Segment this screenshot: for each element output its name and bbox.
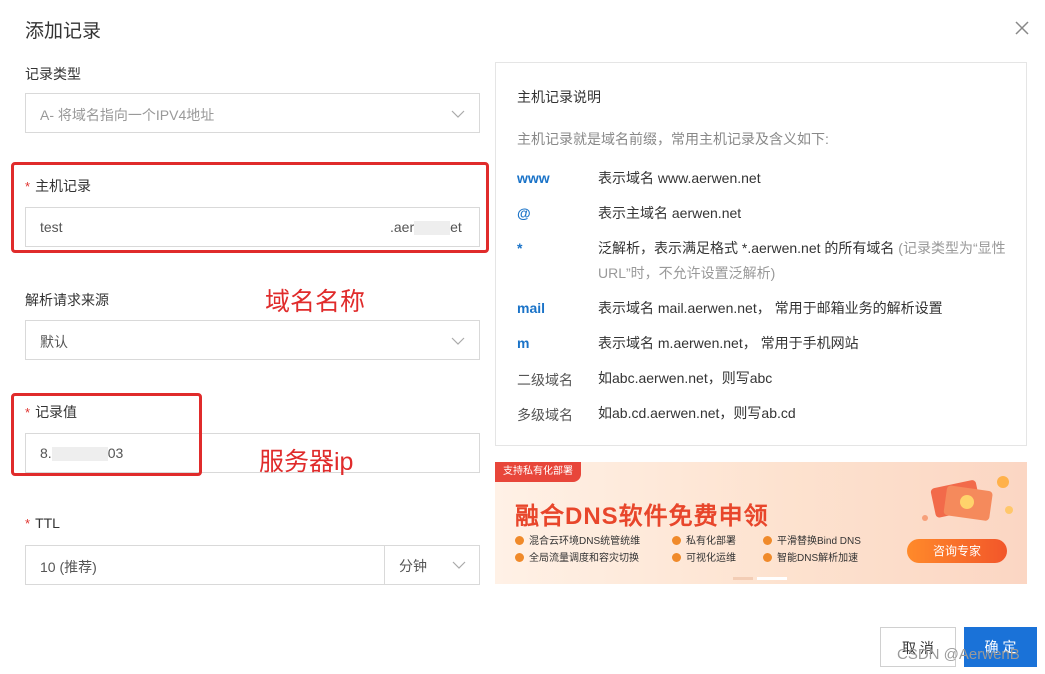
banner-feature: 平滑替换Bind DNS <box>763 532 861 547</box>
consult-expert-button[interactable]: 咨询专家 <box>907 539 1007 563</box>
ttl-input[interactable]: 10 (推荐) 分钟 <box>25 545 480 585</box>
help-title: 主机记录说明 <box>517 89 601 105</box>
check-icon <box>763 536 772 545</box>
dialog-title: 添加记录 <box>25 21 102 42</box>
resolve-source-value: 默认 <box>40 334 68 350</box>
ttl-label: * TTL <box>25 515 60 531</box>
host-record-help-panel: 主机记录说明 主机记录就是域名前缀，常用主机记录及含义如下: www 表示域名 … <box>495 62 1027 446</box>
ttl-unit-select[interactable]: 分钟 <box>384 545 480 585</box>
chevron-down-icon <box>451 110 465 118</box>
annotation-box-host <box>11 162 489 253</box>
annotation-domain-name: 域名名称 <box>265 288 366 316</box>
check-icon <box>672 536 681 545</box>
carousel-indicator[interactable] <box>733 567 791 584</box>
ttl-value: 10 (推荐) <box>40 559 97 575</box>
banner-feature: 可视化运维 <box>672 549 736 564</box>
record-type-value: A- 将域名指向一个IPV4地址 <box>40 107 215 123</box>
ttl-unit-value: 分钟 <box>399 558 427 574</box>
banner-feature: 私有化部署 <box>672 532 736 547</box>
help-intro: 主机记录就是域名前缀，常用主机记录及含义如下: <box>517 131 829 147</box>
record-type-label: 记录类型 <box>25 66 81 82</box>
banner-tag: 支持私有化部署 <box>495 462 581 482</box>
check-icon <box>672 553 681 562</box>
check-icon <box>515 553 524 562</box>
banner-feature: 混合云环境DNS统管统维 <box>515 532 640 547</box>
banner-headline: 融合DNS软件免费申领 <box>515 503 769 530</box>
annotation-box-value <box>11 393 202 476</box>
required-mark: * <box>25 516 31 531</box>
resolve-source-label: 解析请求来源 <box>25 292 109 308</box>
close-icon[interactable] <box>1012 18 1032 38</box>
annotation-server-ip: 服务器ip <box>259 448 354 476</box>
resolve-source-select[interactable]: 默认 <box>25 320 480 360</box>
banner-feature: 全局流量调度和容灾切换 <box>515 549 639 564</box>
banner-feature: 智能DNS解析加速 <box>763 549 858 564</box>
chevron-down-icon <box>451 337 465 345</box>
check-icon <box>763 553 772 562</box>
check-icon <box>515 536 524 545</box>
watermark: CSDN @AerwenB <box>897 646 1020 663</box>
promo-banner[interactable]: 支持私有化部署 融合DNS软件免费申领 混合云环境DNS统管统维 私有化部署 平… <box>495 462 1027 584</box>
chevron-down-icon <box>452 561 466 569</box>
red-envelope-illustration <box>922 476 1013 521</box>
record-type-select[interactable]: A- 将域名指向一个IPV4地址 <box>25 93 480 133</box>
